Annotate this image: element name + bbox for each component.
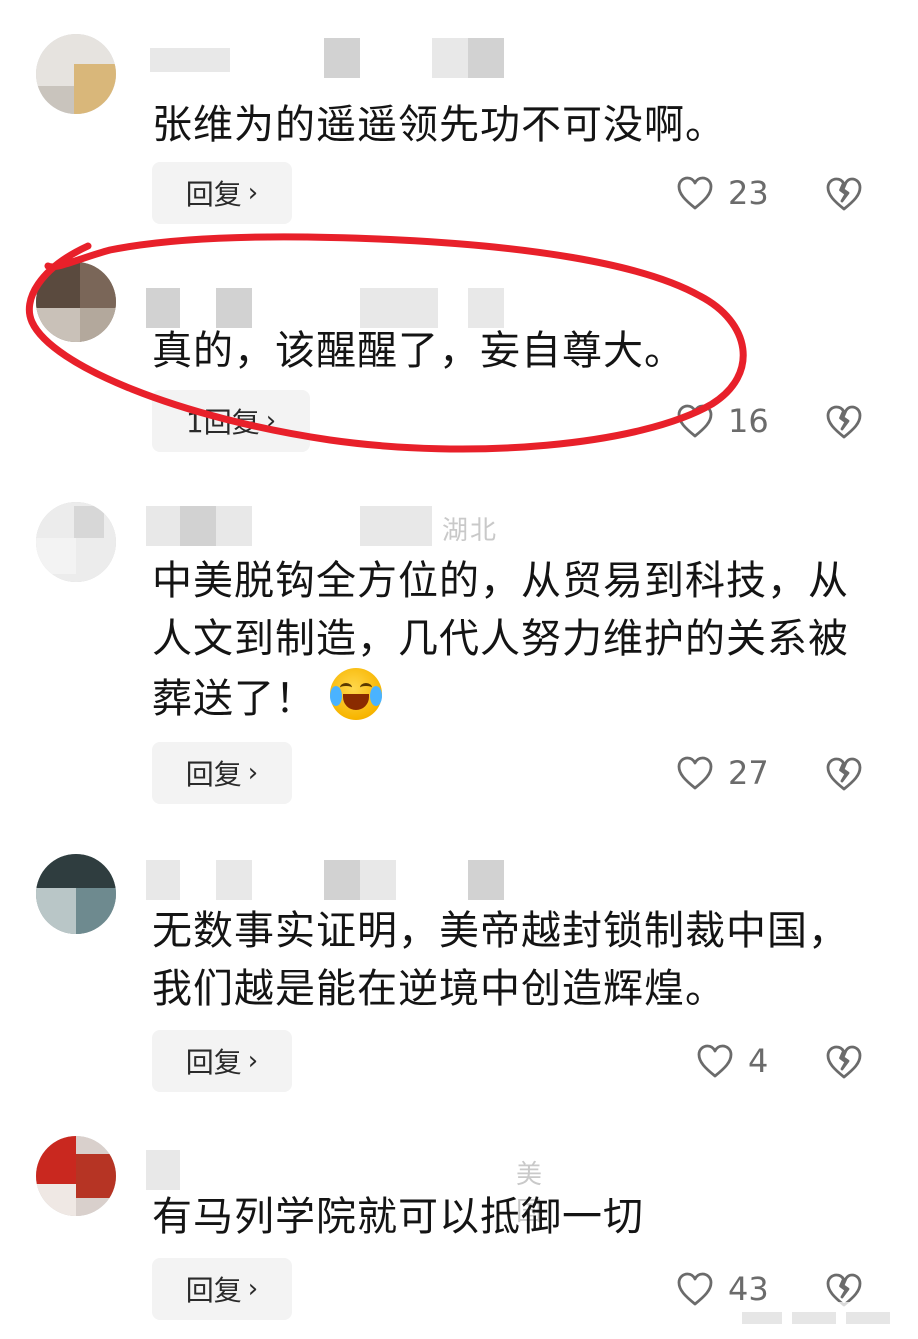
like-count: 27 xyxy=(728,754,769,792)
like-button[interactable]: 16 xyxy=(676,396,769,446)
reply-label: 回复 xyxy=(185,758,242,791)
avatar[interactable] xyxy=(36,1136,116,1216)
reply-button[interactable]: 回复 › xyxy=(152,742,292,804)
reply-label: 回复 xyxy=(185,1274,242,1307)
avatar[interactable] xyxy=(36,854,116,934)
broken-heart-icon[interactable] xyxy=(824,402,864,442)
reply-button[interactable]: 回复 › xyxy=(152,1030,292,1092)
username-blurred: 湖北 xyxy=(146,506,566,546)
comment-text: 有马列学院就可以抵御一切 xyxy=(152,1194,644,1240)
chevron-right-icon: › xyxy=(247,758,259,788)
reply-label: 回复 xyxy=(185,1046,242,1079)
avatar[interactable] xyxy=(36,262,116,342)
like-count: 4 xyxy=(748,1042,769,1080)
chevron-right-icon: › xyxy=(247,1274,259,1304)
heart-outline-icon xyxy=(677,1272,713,1306)
rolling-on-floor-laughing-emoji xyxy=(330,668,382,720)
like-button[interactable]: 27 xyxy=(676,748,769,798)
reply-button[interactable]: 回复 › xyxy=(152,1258,292,1320)
comment-text: 中美脱钩全方位的，从贸易到科技，从人文到制造，几代人努力维护的关系被葬送了！ xyxy=(152,552,872,728)
comment-text: 张维为的遥遥领先功不可没啊。 xyxy=(152,102,726,148)
username-blurred xyxy=(146,860,566,900)
heart-outline-icon xyxy=(677,756,713,790)
heart-outline-icon xyxy=(677,404,713,438)
chevron-right-icon: › xyxy=(265,406,277,436)
chevron-right-icon: › xyxy=(247,1046,259,1076)
chevron-right-icon: › xyxy=(247,178,259,208)
reply-label: 回复 xyxy=(185,178,242,211)
reply-button[interactable]: 1回复 › xyxy=(152,390,310,452)
broken-heart-icon[interactable] xyxy=(824,754,864,794)
heart-outline-icon xyxy=(697,1044,733,1078)
broken-heart-icon[interactable] xyxy=(824,174,864,214)
broken-heart-icon[interactable] xyxy=(824,1042,864,1082)
comment-text: 无数事实证明，美帝越封锁制裁中国，我们越是能在逆境中创造辉煌。 xyxy=(152,908,849,1012)
heart-outline-icon xyxy=(677,176,713,210)
avatar[interactable] xyxy=(36,34,116,114)
like-button[interactable]: 4 xyxy=(696,1036,768,1086)
username-blurred: 美国 xyxy=(146,1150,566,1227)
username-blurred xyxy=(146,38,566,78)
comment-text-body: 中美脱钩全方位的，从贸易到科技，从人文到制造，几代人努力维护的关系被葬送了！ xyxy=(152,558,849,722)
watermark-blurred xyxy=(732,1302,900,1334)
location-label: 湖北 xyxy=(442,516,499,546)
reply-button[interactable]: 回复 › xyxy=(152,162,292,224)
comment-text: 真的，该醒醒了，妄自尊大。 xyxy=(152,328,685,374)
like-button[interactable]: 23 xyxy=(676,168,769,218)
like-count: 23 xyxy=(728,174,769,212)
reply-label: 1回复 xyxy=(185,406,260,439)
avatar[interactable] xyxy=(36,502,116,582)
like-count: 16 xyxy=(728,402,769,440)
